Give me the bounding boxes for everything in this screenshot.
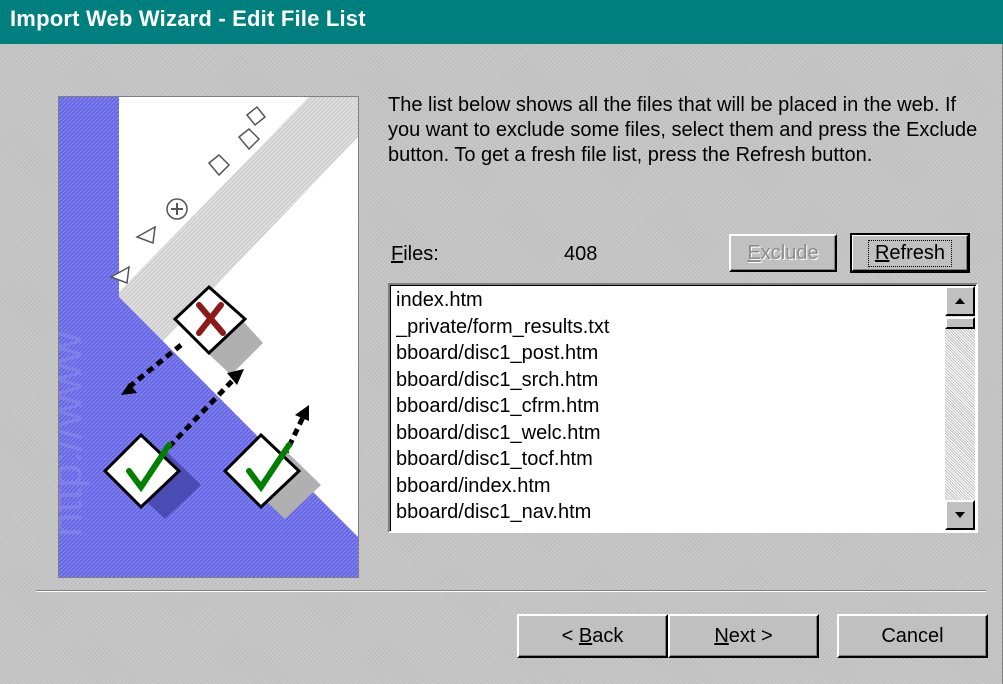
cancel-button[interactable]: Cancel: [837, 614, 988, 658]
back-label-rest: ack: [592, 624, 624, 647]
import-web-wizard-dialog: Import Web Wizard - Edit File List http:…: [0, 0, 1003, 684]
list-item[interactable]: _private/form_results.txt: [396, 314, 941, 341]
list-item[interactable]: bboard/disc1_tocf.htm: [396, 446, 941, 473]
next-label-rest: ext >: [728, 624, 773, 647]
next-button[interactable]: Next >: [668, 614, 819, 658]
back-accel: B: [578, 624, 593, 647]
intro-text: The list below shows all the files that …: [388, 94, 978, 166]
window-title: Import Web Wizard - Edit File List: [10, 6, 366, 31]
scroll-thumb[interactable]: [945, 317, 975, 329]
cancel-label: Cancel: [881, 624, 944, 647]
list-item[interactable]: bboard/disc1_cfrm.htm: [396, 393, 941, 420]
files-count: 408: [564, 243, 598, 265]
list-item[interactable]: bboard/index.htm: [396, 473, 941, 500]
exclude-button[interactable]: Exclude: [729, 234, 837, 272]
refresh-label-rest: efresh: [889, 241, 946, 264]
exclude-label-rest: xclude: [760, 241, 819, 264]
list-item[interactable]: bboard/disc1_nav.htm: [396, 499, 941, 526]
title-bar: Import Web Wizard - Edit File List: [0, 0, 1003, 44]
list-item[interactable]: bboard/disc1_welc.htm: [396, 420, 941, 447]
list-item[interactable]: index.htm: [396, 287, 941, 314]
wizard-illustration: http://www: [58, 96, 359, 578]
exclude-accel: E: [747, 241, 761, 264]
separator: [36, 590, 986, 592]
files-label-accel: F: [391, 243, 404, 265]
vertical-scrollbar[interactable]: [945, 286, 975, 530]
refresh-accel: R: [874, 241, 890, 264]
refresh-button[interactable]: Refresh: [850, 233, 970, 273]
scroll-down-button[interactable]: [945, 500, 975, 530]
watermark-text: http://www: [59, 331, 91, 537]
list-item[interactable]: bboard/disc1_post.htm: [396, 340, 941, 367]
next-accel: N: [714, 624, 729, 647]
file-list-items: index.htm _private/form_results.txt bboa…: [396, 287, 941, 530]
files-label-rest: iles:: [403, 243, 439, 265]
scroll-up-button[interactable]: [945, 286, 975, 316]
list-item[interactable]: bboard/disc1_srch.htm: [396, 367, 941, 394]
back-prefix: <: [561, 624, 579, 647]
refresh-focus: Refresh: [867, 239, 953, 267]
files-label: Files:: [391, 243, 439, 266]
scroll-up-arrow-icon: [955, 298, 965, 304]
scroll-down-arrow-icon: [955, 512, 965, 518]
back-button[interactable]: < Back: [517, 614, 668, 658]
file-list[interactable]: index.htm _private/form_results.txt bboa…: [388, 283, 978, 533]
